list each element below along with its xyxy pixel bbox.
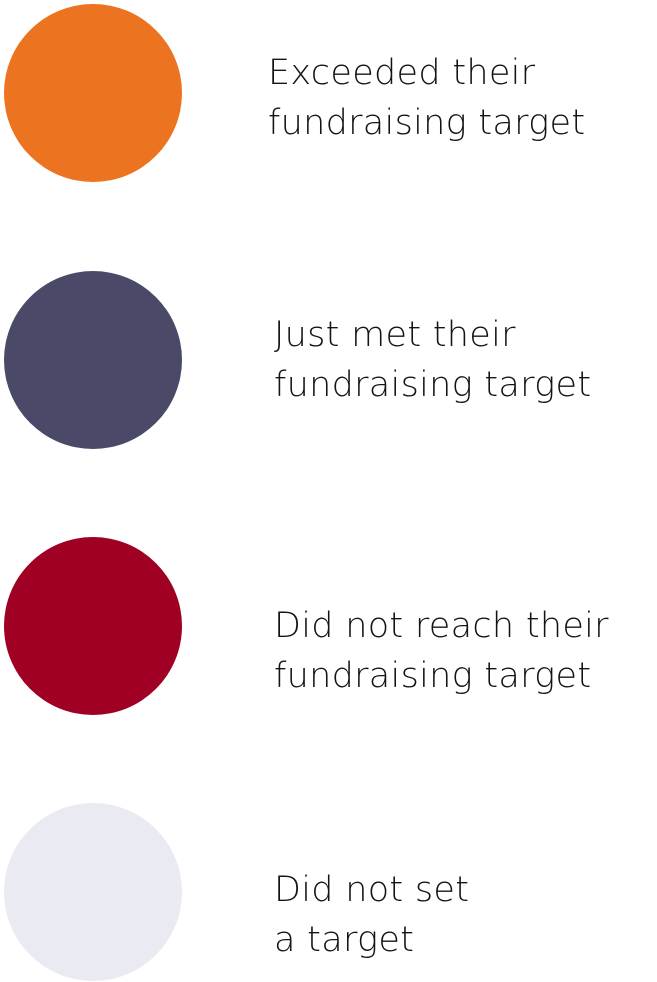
slate-circle-swatch (4, 271, 182, 449)
legend-label: Did not set a target (274, 865, 469, 965)
legend-label-line-1: Exceeded their (268, 53, 536, 93)
legend-item-just-met: Just met their fundraising target (0, 271, 657, 451)
legend-label: Just met their fundraising target (274, 310, 591, 410)
orange-circle-swatch (4, 4, 182, 182)
legend-label: Exceeded their fundraising target (268, 48, 585, 148)
legend-label-line-1: Just met their (274, 315, 516, 355)
legend-label-line-1: Did not set (274, 870, 470, 910)
legend-item-exceeded: Exceeded their fundraising target (0, 4, 657, 184)
legend-label-line-2: fundraising target (268, 103, 586, 143)
legend-item-no-target: Did not set a target (0, 803, 657, 982)
legend-label-line-2: fundraising target (274, 365, 592, 405)
legend-label-line-2: fundraising target (274, 656, 592, 696)
legend-item-not-reached: Did not reach their fundraising target (0, 537, 657, 717)
legend-label: Did not reach their fundraising target (274, 601, 609, 701)
legend-label-line-1: Did not reach their (274, 606, 609, 646)
light-grey-circle-swatch (4, 803, 182, 981)
legend-label-line-2: a target (274, 920, 415, 960)
crimson-circle-swatch (4, 537, 182, 715)
